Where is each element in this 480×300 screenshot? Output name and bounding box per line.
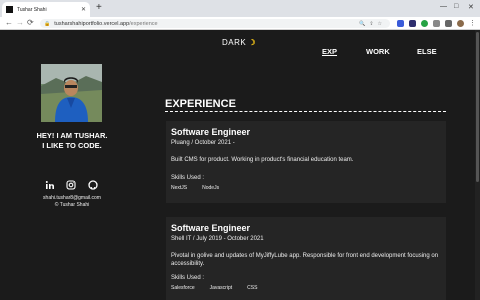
nav-else[interactable]: ELSE xyxy=(417,47,437,56)
section-divider xyxy=(165,111,446,112)
profile-avatar-icon[interactable] xyxy=(457,20,464,27)
lock-icon: 🔒 xyxy=(44,20,51,27)
window-close-icon[interactable]: ✕ xyxy=(468,3,474,11)
back-button[interactable]: ← xyxy=(5,18,13,28)
browser-tab[interactable]: Tushar Shahi ✕ xyxy=(2,2,90,17)
site-favicon-icon xyxy=(6,6,13,13)
skill-tag: NextJS xyxy=(171,185,188,191)
skills-list: Salesforce Javascript CSS xyxy=(171,285,441,291)
page: DARK ☽ EXP WORK ELSE HEY! I AM TUSHAR. I … xyxy=(0,30,480,300)
extension-icon[interactable] xyxy=(409,20,416,27)
puzzle-icon[interactable] xyxy=(433,20,440,27)
extension-icon[interactable] xyxy=(421,20,428,27)
omnibox-icons[interactable]: 🔍⇪☆ xyxy=(359,21,386,27)
browser-toolbar: ← → ⟳ 🔒 tusharshahiportfolio.vercel.app/… xyxy=(0,17,480,30)
nav-work[interactable]: WORK xyxy=(366,47,390,56)
github-icon[interactable] xyxy=(88,177,98,190)
job-role: Software Engineer xyxy=(171,223,251,233)
profile-greeting: HEY! I AM TUSHAR. I LIKE TO CODE. xyxy=(20,131,124,151)
experience-card: Software Engineer Pluang / October 2021 … xyxy=(166,121,446,203)
menu-icon[interactable]: ⋮ xyxy=(469,20,476,27)
skill-tag: Salesforce xyxy=(171,285,195,291)
browser-tabbar: Tushar Shahi ✕ + — □ ✕ xyxy=(0,0,480,17)
forward-button[interactable]: → xyxy=(16,18,24,28)
skills-list: NextJS NodeJs xyxy=(171,185,441,191)
tab-title: Tushar Shahi xyxy=(17,6,47,13)
linkedin-icon[interactable] xyxy=(45,177,55,189)
greeting-line-1: HEY! I AM TUSHAR. xyxy=(36,131,108,140)
theme-label: DARK xyxy=(222,38,247,47)
skill-tag: CSS xyxy=(247,285,258,291)
skill-tag: NodeJs xyxy=(202,185,220,191)
profile-photo xyxy=(41,64,102,122)
instagram-icon[interactable] xyxy=(66,177,76,190)
experience-card: Software Engineer Shell IT / July 2019 -… xyxy=(166,217,446,300)
skills-heading: Skills Used : xyxy=(171,175,205,181)
reload-button[interactable]: ⟳ xyxy=(27,18,34,28)
moon-icon: ☽ xyxy=(248,38,256,47)
section-title: EXPERIENCE xyxy=(165,98,236,110)
extension-icon[interactable] xyxy=(397,20,404,27)
contact-email[interactable]: shahi.tushar8@gmail.com xyxy=(20,195,124,201)
maximize-icon[interactable]: □ xyxy=(454,3,458,10)
scrollbar-thumb[interactable] xyxy=(476,32,479,182)
skill-tag: Javascript xyxy=(209,285,233,291)
scrollbar[interactable] xyxy=(475,30,480,300)
job-meta: Pluang / October 2021 - xyxy=(171,140,235,146)
theme-toggle[interactable]: DARK ☽ xyxy=(222,38,256,47)
sidepanel-icon[interactable] xyxy=(445,20,452,27)
tab-close-icon[interactable]: ✕ xyxy=(81,6,86,13)
greeting-line-2: I LIKE TO CODE. xyxy=(42,141,102,150)
address-bar[interactable]: 🔒 tusharshahiportfolio.vercel.app/experi… xyxy=(40,19,390,28)
new-tab-button[interactable]: + xyxy=(96,2,102,14)
copyright: © Tushar Shahi xyxy=(54,202,90,208)
job-meta: Shell IT / July 2019 - October 2021 xyxy=(171,236,264,242)
job-description: Pivotal in golive and updates of MyJiffy… xyxy=(171,253,439,267)
skills-heading: Skills Used : xyxy=(171,275,205,281)
job-description: Built CMS for product. Working in produc… xyxy=(171,157,354,163)
minimize-icon[interactable]: — xyxy=(440,3,447,10)
url-text[interactable]: tusharshahiportfolio.vercel.app/experien… xyxy=(54,21,359,27)
nav-exp[interactable]: EXP xyxy=(322,47,337,56)
job-role: Software Engineer xyxy=(171,127,251,137)
